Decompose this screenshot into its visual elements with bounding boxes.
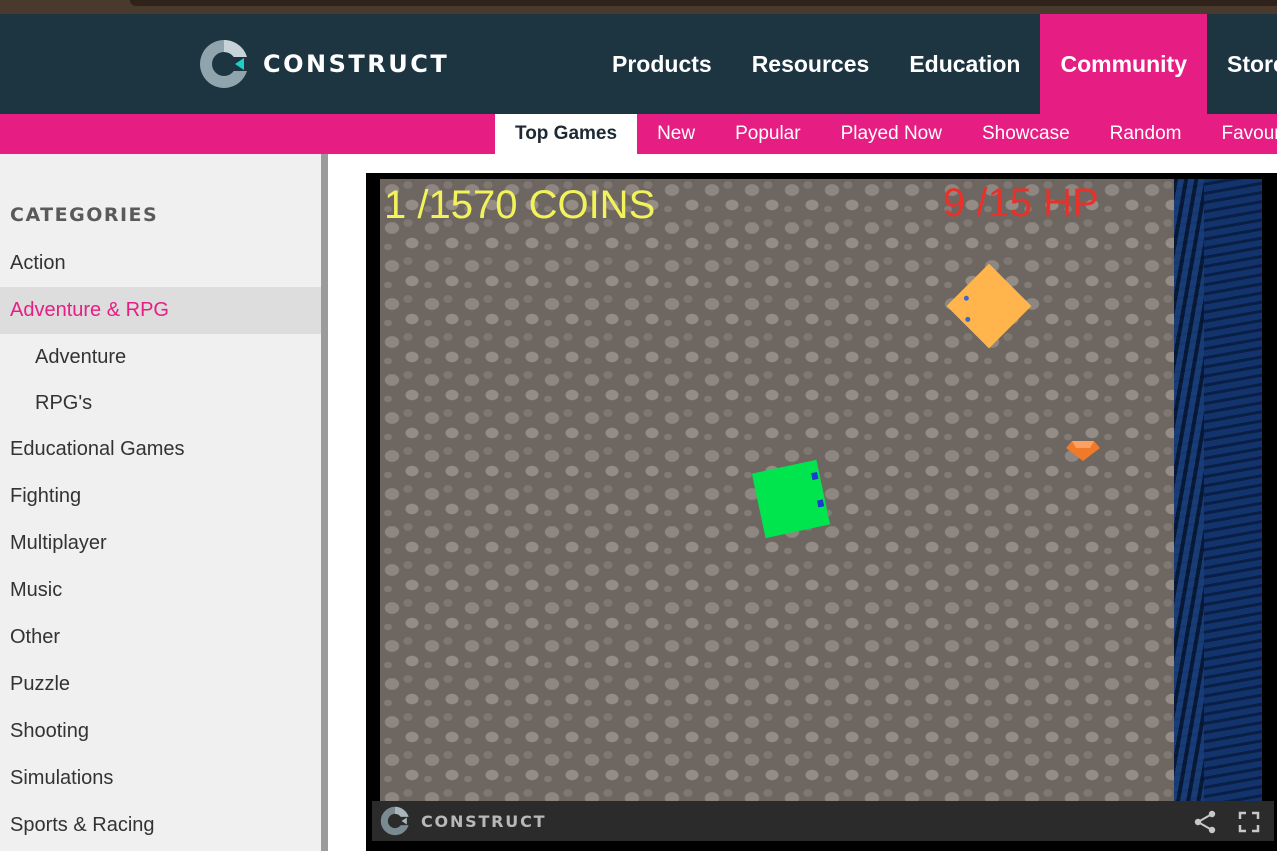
tab-new[interactable]: New [637,114,715,154]
category-list: Action Adventure & RPG Adventure RPG's E… [0,240,321,849]
categories-heading: CATEGORIES [10,204,159,226]
player-sprite [751,459,831,539]
browser-tab-strip [0,0,1277,14]
construct-logo-icon [200,40,251,88]
construct-logo-icon [380,806,411,836]
enemy-eye [962,294,970,302]
tab-popular[interactable]: Popular [715,114,821,154]
category-other[interactable]: Other [0,614,321,661]
coins-counter: 1 /1570 COINS [384,183,656,227]
enemy-eye [964,315,972,323]
browser-tab-edge [130,0,1277,6]
category-simulations[interactable]: Simulations [0,755,321,802]
tab-top-games[interactable]: Top Games [495,114,638,154]
fullscreen-icon[interactable] [1238,811,1260,833]
water-edge [1174,179,1204,801]
game-bar-logo[interactable]: CONSTRUCT [379,805,546,837]
category-adventure[interactable]: Adventure [0,334,321,380]
game-canvas[interactable]: 1 /1570 COINS 9 /15 HP [380,179,1174,801]
game-embed: 1 /1570 COINS 9 /15 HP CONSTRUCT [366,173,1277,851]
share-icon[interactable] [1193,810,1217,834]
category-educational-games[interactable]: Educational Games [0,426,321,473]
main-nav: Products Resources Education Community S… [592,14,1277,114]
enemy-sprite [946,263,1032,349]
category-puzzle[interactable]: Puzzle [0,661,321,708]
category-rpgs[interactable]: RPG's [0,380,321,426]
tab-showcase[interactable]: Showcase [962,114,1090,154]
categories-sidebar: CATEGORIES Action Adventure & RPG Advent… [0,154,321,851]
category-action[interactable]: Action [0,240,321,287]
category-sports-racing[interactable]: Sports & Racing [0,802,321,849]
nav-products[interactable]: Products [592,14,732,114]
nav-education[interactable]: Education [889,14,1040,114]
nav-store[interactable]: Store [1207,14,1277,114]
logo-text: CONSTRUCT [263,50,450,78]
hp-counter: 9 /15 HP [943,181,1099,225]
category-fighting[interactable]: Fighting [0,473,321,520]
game-toolbar: CONSTRUCT [372,801,1274,841]
gem-pickup [1066,441,1100,461]
category-adventure-rpg[interactable]: Adventure & RPG [0,287,321,334]
player-eye [811,472,819,481]
site-header: CONSTRUCT Products Resources Education C… [0,14,1277,114]
category-shooting[interactable]: Shooting [0,708,321,755]
tab-played-now[interactable]: Played Now [821,114,962,154]
player-eye [816,499,825,508]
category-music[interactable]: Music [0,567,321,614]
sidebar-divider [321,154,328,851]
nav-community[interactable]: Community [1040,14,1207,114]
game-bar-logo-text: CONSTRUCT [421,811,547,831]
site-logo[interactable]: CONSTRUCT [197,36,449,92]
nav-resources[interactable]: Resources [732,14,890,114]
category-multiplayer[interactable]: Multiplayer [0,520,321,567]
community-subnav: Top Games New Popular Played Now Showcas… [0,114,1277,154]
tab-random[interactable]: Random [1090,114,1202,154]
tab-favourites[interactable]: Favourites [1201,114,1277,154]
